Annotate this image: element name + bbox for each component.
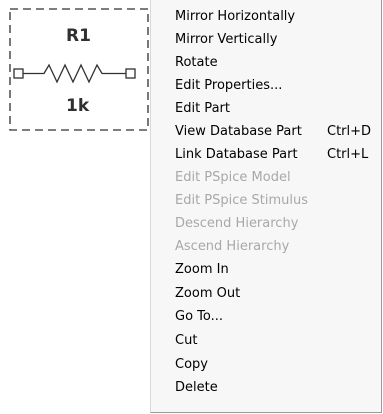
menu-item-label: Link Database Part	[175, 147, 298, 162]
left-pin-icon[interactable]	[13, 68, 24, 79]
menu-item-label: Edit PSpice Model	[175, 170, 291, 185]
part-reference[interactable]: R1	[66, 28, 91, 45]
menu-item-rotate[interactable]: Rotate	[175, 52, 379, 74]
resistor-zigzag-icon	[23, 63, 126, 84]
context-menu: Mirror Horizontally Mirror Vertically Ro…	[150, 0, 382, 413]
menu-item-label: Cut	[175, 333, 198, 348]
menu-item-label: Zoom In	[175, 262, 229, 277]
menu-item-edit-part[interactable]: Edit Part	[175, 98, 379, 120]
menu-item-edit-pspice-model[interactable]: Edit PSpice Model	[175, 167, 379, 189]
menu-item-shortcut: Ctrl+L	[327, 147, 369, 162]
menu-item-zoom-in[interactable]: Zoom In	[175, 259, 379, 281]
menu-item-edit-properties[interactable]: Edit Properties...	[175, 75, 379, 97]
menu-item-label: Delete	[175, 380, 218, 395]
menu-item-ascend-hierarchy[interactable]: Ascend Hierarchy	[175, 236, 379, 258]
menu-item-view-database-part[interactable]: View Database Part Ctrl+D	[175, 121, 379, 143]
menu-item-label: Descend Hierarchy	[175, 216, 299, 231]
menu-item-delete[interactable]: Delete	[175, 377, 379, 399]
menu-item-label: View Database Part	[175, 124, 302, 139]
menu-item-label: Ascend Hierarchy	[175, 239, 290, 254]
menu-item-go-to[interactable]: Go To...	[175, 306, 379, 328]
menu-item-descend-hierarchy[interactable]: Descend Hierarchy	[175, 213, 379, 235]
part-value[interactable]: 1k	[66, 98, 89, 115]
menu-item-label: Zoom Out	[175, 286, 241, 301]
menu-item-label: Edit Properties...	[175, 78, 283, 93]
menu-item-cut[interactable]: Cut	[175, 330, 379, 352]
menu-item-label: Edit PSpice Stimulus	[175, 193, 309, 208]
menu-item-zoom-out[interactable]: Zoom Out	[175, 283, 379, 305]
menu-item-label: Mirror Horizontally	[175, 9, 296, 24]
menu-item-link-database-part[interactable]: Link Database Part Ctrl+L	[175, 144, 379, 166]
menu-item-copy[interactable]: Copy	[175, 354, 379, 376]
menu-item-mirror-horizontally[interactable]: Mirror Horizontally	[175, 6, 379, 28]
resistor-part[interactable]: R1 1k	[0, 0, 160, 140]
menu-item-label: Mirror Vertically	[175, 32, 278, 47]
schematic-canvas[interactable]: R1 1k Mirror Horizontally Mirror Vertica…	[0, 0, 383, 414]
menu-item-edit-pspice-stimulus[interactable]: Edit PSpice Stimulus	[175, 190, 379, 212]
resistor-graphic	[9, 8, 149, 131]
menu-item-label: Rotate	[175, 55, 218, 70]
menu-item-shortcut: Ctrl+D	[327, 124, 372, 139]
menu-item-mirror-vertically[interactable]: Mirror Vertically	[175, 29, 379, 51]
menu-item-label: Copy	[175, 357, 208, 372]
menu-item-label: Edit Part	[175, 101, 230, 116]
right-pin-icon[interactable]	[125, 68, 136, 79]
menu-item-label: Go To...	[175, 309, 224, 324]
